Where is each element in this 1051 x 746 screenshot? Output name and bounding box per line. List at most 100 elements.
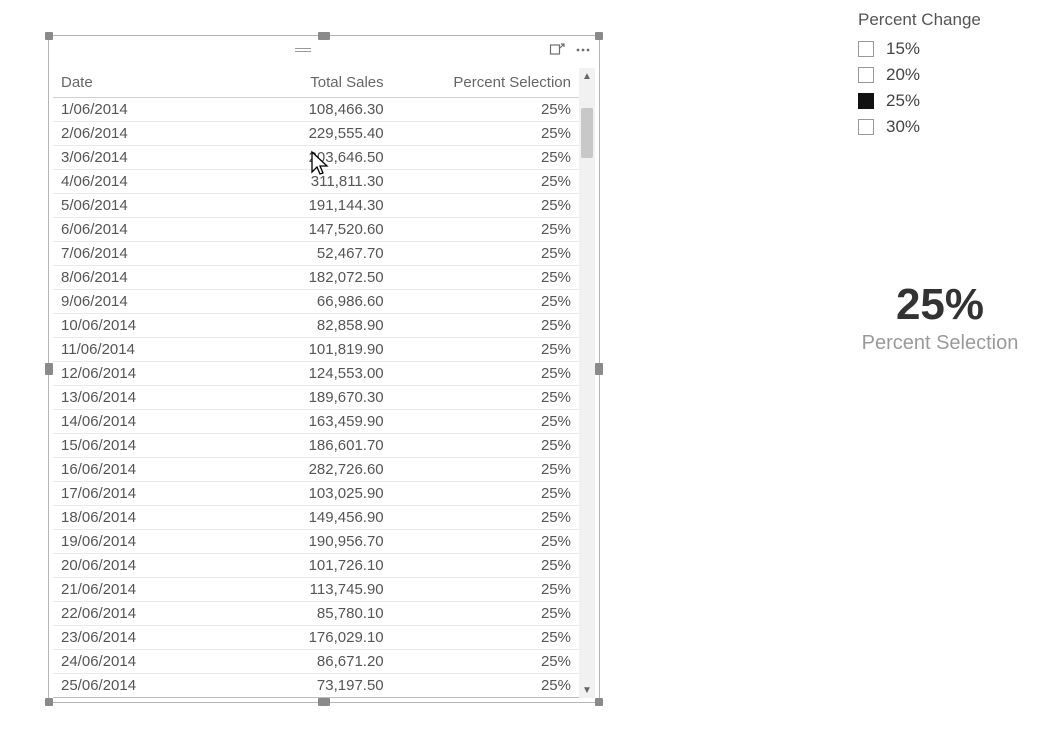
cell-pct: 25%: [392, 218, 579, 242]
drag-grip-icon[interactable]: [57, 48, 549, 52]
slicer-option[interactable]: 20%: [858, 62, 1028, 88]
cell-pct: 25%: [392, 578, 579, 602]
cell-date: 13/06/2014: [53, 386, 204, 410]
cell-sales: 52,467.70: [204, 242, 391, 266]
cell-date: 3/06/2014: [53, 146, 204, 170]
checkbox-icon[interactable]: [858, 41, 874, 57]
table-row[interactable]: 24/06/201486,671.2025%: [53, 650, 579, 674]
cell-sales: 85,780.10: [204, 602, 391, 626]
cell-pct: 25%: [392, 482, 579, 506]
scroll-up-arrow-icon[interactable]: ▲: [579, 68, 595, 84]
resize-handle[interactable]: [595, 32, 603, 40]
table-row[interactable]: 6/06/2014147,520.6025%: [53, 218, 579, 242]
slicer-option[interactable]: 25%: [858, 88, 1028, 114]
table-row[interactable]: 21/06/2014113,745.9025%: [53, 578, 579, 602]
cell-pct: 25%: [392, 674, 579, 699]
cell-date: 1/06/2014: [53, 98, 204, 122]
resize-handle[interactable]: [595, 363, 603, 375]
cell-sales: 186,601.70: [204, 434, 391, 458]
cell-sales: 113,745.90: [204, 578, 391, 602]
table-row[interactable]: 10/06/201482,858.9025%: [53, 314, 579, 338]
cell-date: 22/06/2014: [53, 602, 204, 626]
resize-handle[interactable]: [45, 363, 53, 375]
table-row[interactable]: 23/06/2014176,029.1025%: [53, 626, 579, 650]
focus-mode-icon[interactable]: [549, 42, 565, 58]
slicer-option[interactable]: 30%: [858, 114, 1028, 140]
cell-date: 10/06/2014: [53, 314, 204, 338]
table-row[interactable]: 20/06/2014101,726.1025%: [53, 554, 579, 578]
table-row[interactable]: 17/06/2014103,025.9025%: [53, 482, 579, 506]
scroll-down-arrow-icon[interactable]: ▼: [579, 682, 595, 698]
checkbox-icon[interactable]: [858, 93, 874, 109]
table-row[interactable]: 9/06/201466,986.6025%: [53, 290, 579, 314]
table-row[interactable]: 12/06/2014124,553.0025%: [53, 362, 579, 386]
table-row[interactable]: 19/06/2014190,956.7025%: [53, 530, 579, 554]
table-row[interactable]: 7/06/201452,467.7025%: [53, 242, 579, 266]
cell-sales: 66,986.60: [204, 290, 391, 314]
cell-date: 21/06/2014: [53, 578, 204, 602]
col-header-sales[interactable]: Total Sales: [204, 68, 391, 98]
resize-handle[interactable]: [45, 698, 53, 706]
resize-handle[interactable]: [595, 698, 603, 706]
cell-date: 19/06/2014: [53, 530, 204, 554]
slicer-option[interactable]: 15%: [858, 36, 1028, 62]
resize-handle[interactable]: [318, 698, 330, 706]
cell-pct: 25%: [392, 242, 579, 266]
table-row[interactable]: 16/06/2014282,726.6025%: [53, 458, 579, 482]
checkbox-icon[interactable]: [858, 67, 874, 83]
resize-handle[interactable]: [318, 32, 330, 40]
slicer-title: Percent Change: [858, 10, 1028, 30]
cell-date: 14/06/2014: [53, 410, 204, 434]
table-row[interactable]: 14/06/2014163,459.9025%: [53, 410, 579, 434]
table-row[interactable]: 4/06/2014311,811.3025%: [53, 170, 579, 194]
cell-pct: 25%: [392, 386, 579, 410]
cell-pct: 25%: [392, 626, 579, 650]
cell-sales: 101,726.10: [204, 554, 391, 578]
cell-sales: 86,671.20: [204, 650, 391, 674]
cell-pct: 25%: [392, 458, 579, 482]
table-row[interactable]: 22/06/201485,780.1025%: [53, 602, 579, 626]
card-value: 25%: [830, 280, 1050, 330]
slicer-option-label: 25%: [886, 91, 920, 111]
table-row[interactable]: 15/06/2014186,601.7025%: [53, 434, 579, 458]
cell-sales: 101,819.90: [204, 338, 391, 362]
slicer-option-label: 20%: [886, 65, 920, 85]
checkbox-icon[interactable]: [858, 119, 874, 135]
percent-change-slicer[interactable]: Percent Change 15% 20% 25% 30%: [858, 10, 1028, 140]
cell-sales: 147,520.60: [204, 218, 391, 242]
cell-date: 23/06/2014: [53, 626, 204, 650]
visual-header: [49, 36, 599, 64]
cell-date: 9/06/2014: [53, 290, 204, 314]
cell-pct: 25%: [392, 410, 579, 434]
table-visual[interactable]: Date Total Sales Percent Selection 1/06/…: [48, 35, 600, 703]
table-row[interactable]: 13/06/2014189,670.3025%: [53, 386, 579, 410]
cell-date: 4/06/2014: [53, 170, 204, 194]
cell-pct: 25%: [392, 314, 579, 338]
table-row[interactable]: 11/06/2014101,819.9025%: [53, 338, 579, 362]
cell-date: 15/06/2014: [53, 434, 204, 458]
cell-pct: 25%: [392, 506, 579, 530]
table-row[interactable]: 1/06/2014108,466.3025%: [53, 98, 579, 122]
percent-selection-card[interactable]: 25% Percent Selection: [830, 280, 1050, 355]
table-scroll[interactable]: Date Total Sales Percent Selection 1/06/…: [53, 68, 579, 698]
table-row[interactable]: 25/06/201473,197.5025%: [53, 674, 579, 699]
cell-pct: 25%: [392, 170, 579, 194]
cell-sales: 108,466.30: [204, 98, 391, 122]
more-options-icon[interactable]: [575, 42, 591, 58]
cell-sales: 191,144.30: [204, 194, 391, 218]
scroll-thumb[interactable]: [581, 108, 593, 158]
table-row[interactable]: 2/06/2014229,555.4025%: [53, 122, 579, 146]
col-header-date[interactable]: Date: [53, 68, 204, 98]
col-header-pct[interactable]: Percent Selection: [392, 68, 579, 98]
table-header-row: Date Total Sales Percent Selection: [53, 68, 579, 98]
cell-pct: 25%: [392, 98, 579, 122]
cell-date: 5/06/2014: [53, 194, 204, 218]
table-row[interactable]: 8/06/2014182,072.5025%: [53, 266, 579, 290]
table-row[interactable]: 5/06/2014191,144.3025%: [53, 194, 579, 218]
table-row[interactable]: 3/06/2014203,646.5025%: [53, 146, 579, 170]
table-row[interactable]: 18/06/2014149,456.9025%: [53, 506, 579, 530]
cell-date: 20/06/2014: [53, 554, 204, 578]
resize-handle[interactable]: [45, 32, 53, 40]
cell-sales: 103,025.90: [204, 482, 391, 506]
scrollbar[interactable]: ▲ ▼: [579, 68, 595, 698]
